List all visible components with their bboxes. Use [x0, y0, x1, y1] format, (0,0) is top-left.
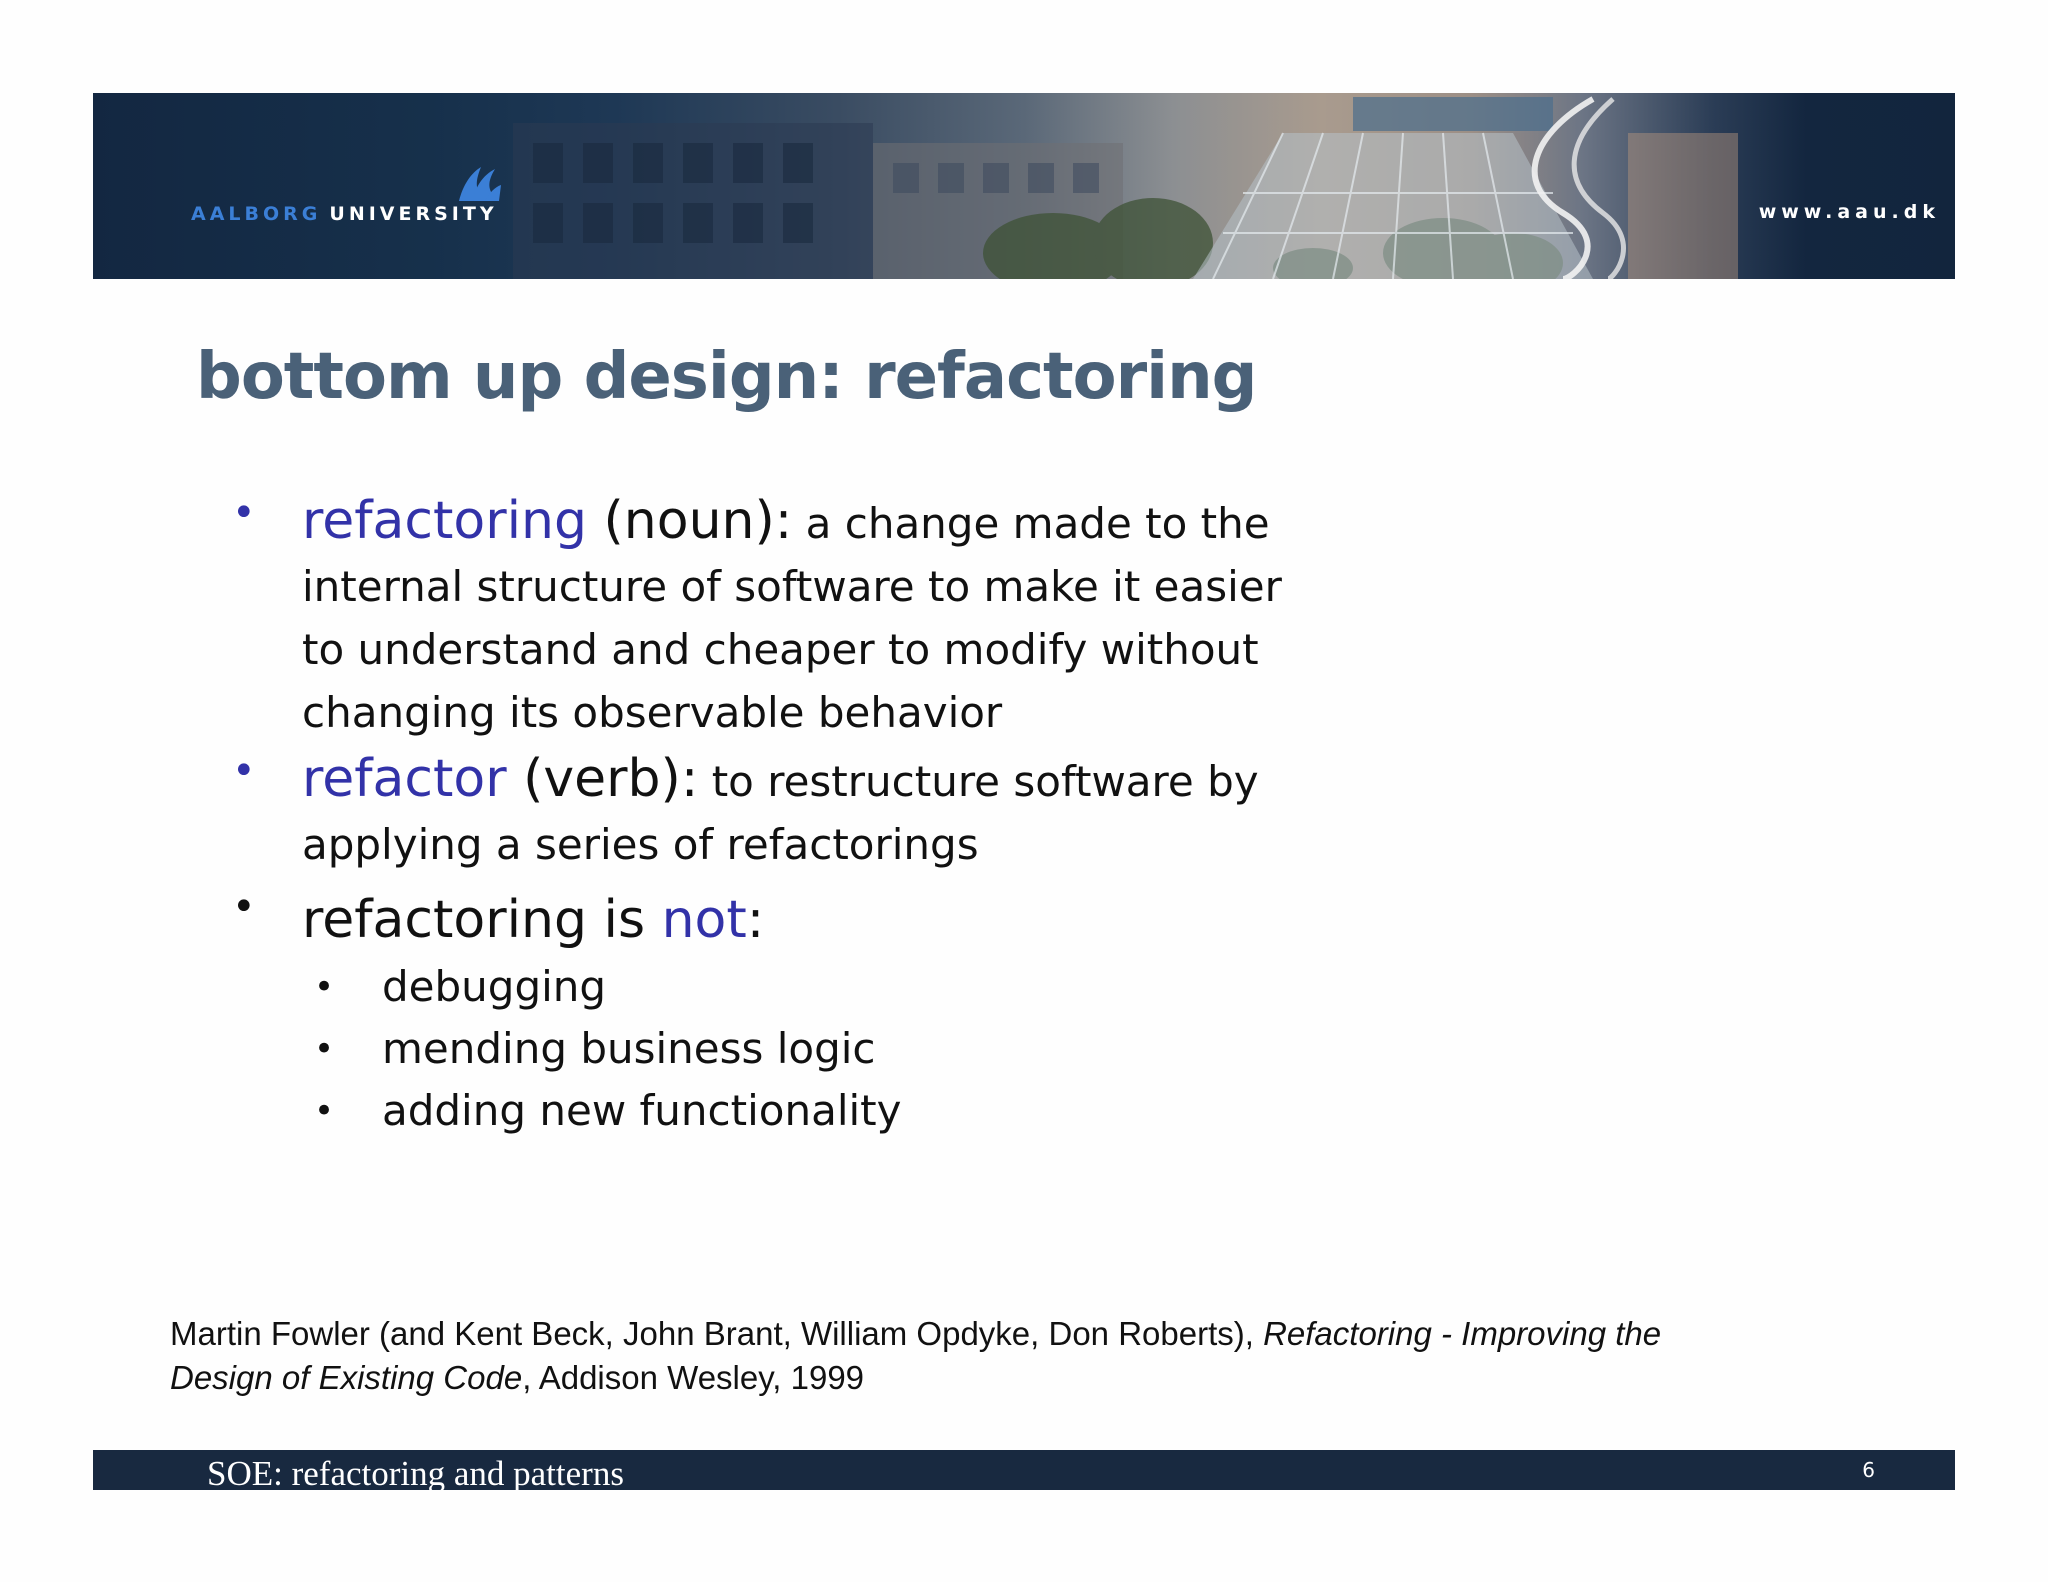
citation-authors: Martin Fowler (and Kent Beck, John Brant…	[170, 1315, 1264, 1352]
header-url: www.aau.dk	[1758, 201, 1940, 223]
kind-verb: (verb):	[506, 749, 699, 809]
bullet-dot: •	[232, 490, 256, 536]
slide-title: bottom up design: refactoring	[196, 340, 1257, 414]
def-line: a change made to the	[792, 499, 1270, 548]
sub-bullet-text: adding new functionality	[382, 1086, 902, 1135]
def-line: applying a series of refactorings	[302, 820, 979, 869]
sub-bullet-text: debugging	[382, 962, 607, 1011]
sub-bullet-adding-functionality: • adding new functionality	[232, 1080, 1382, 1142]
term-refactoring: refactoring	[302, 491, 587, 551]
bullet-refactoring-is-not: • refactoring is not:	[232, 884, 1382, 956]
footer-course-title: SOE: refactoring and patterns	[207, 1454, 624, 1490]
bullet-dot: •	[314, 1029, 335, 1069]
def-line: changing its observable behavior	[302, 688, 1003, 737]
term-not: not	[661, 890, 747, 950]
citation-publisher: , Addison Wesley, 1999	[522, 1359, 865, 1396]
bullet-dot: •	[314, 1091, 335, 1131]
aau-logo-icon	[459, 167, 501, 201]
campus-photo	[513, 96, 1738, 279]
slide-page: AALBORG UNIVERSITY www.aau.dk bottom up d…	[0, 0, 2048, 1582]
logo-aalborg: AALBORG	[191, 203, 322, 225]
def-line: to understand and cheaper to modify with…	[302, 625, 1259, 674]
citation-book-title: Refactoring - Improving the	[1263, 1315, 1662, 1352]
def-line: internal structure of software to make i…	[302, 562, 1282, 611]
def-line: to restructure software by	[698, 757, 1259, 806]
bullet-list: • refactoring (noun): a change made to t…	[232, 490, 1382, 1142]
citation-book-title-cont: Design of Existing Code	[170, 1359, 523, 1396]
citation: Martin Fowler (and Kent Beck, John Brant…	[170, 1312, 1870, 1400]
sub-bullet-debugging: • debugging	[232, 956, 1382, 1018]
aau-logo-text: AALBORG UNIVERSITY	[191, 203, 498, 225]
page-number: 6	[1862, 1458, 1875, 1482]
bullet-refactoring-noun: • refactoring (noun): a change made to t…	[232, 490, 1382, 744]
term-refactor: refactor	[302, 749, 507, 809]
bullet-dot: •	[314, 967, 335, 1007]
bullet-dot: •	[232, 884, 256, 930]
sub-bullet-text: mending business logic	[382, 1024, 876, 1073]
bullet-dot: •	[232, 748, 256, 794]
footer-bar: SOE: refactoring and patterns 6	[93, 1450, 1955, 1490]
bullet-refactor-verb: • refactor (verb): to restructure softwa…	[232, 748, 1382, 876]
is-not-lead: refactoring is	[302, 890, 662, 950]
header-banner: AALBORG UNIVERSITY www.aau.dk	[93, 93, 1955, 279]
kind-noun: (noun):	[586, 491, 793, 551]
sub-bullet-mending-business-logic: • mending business logic	[232, 1018, 1382, 1080]
is-not-colon: :	[746, 890, 765, 950]
logo-university: UNIVERSITY	[329, 203, 498, 225]
